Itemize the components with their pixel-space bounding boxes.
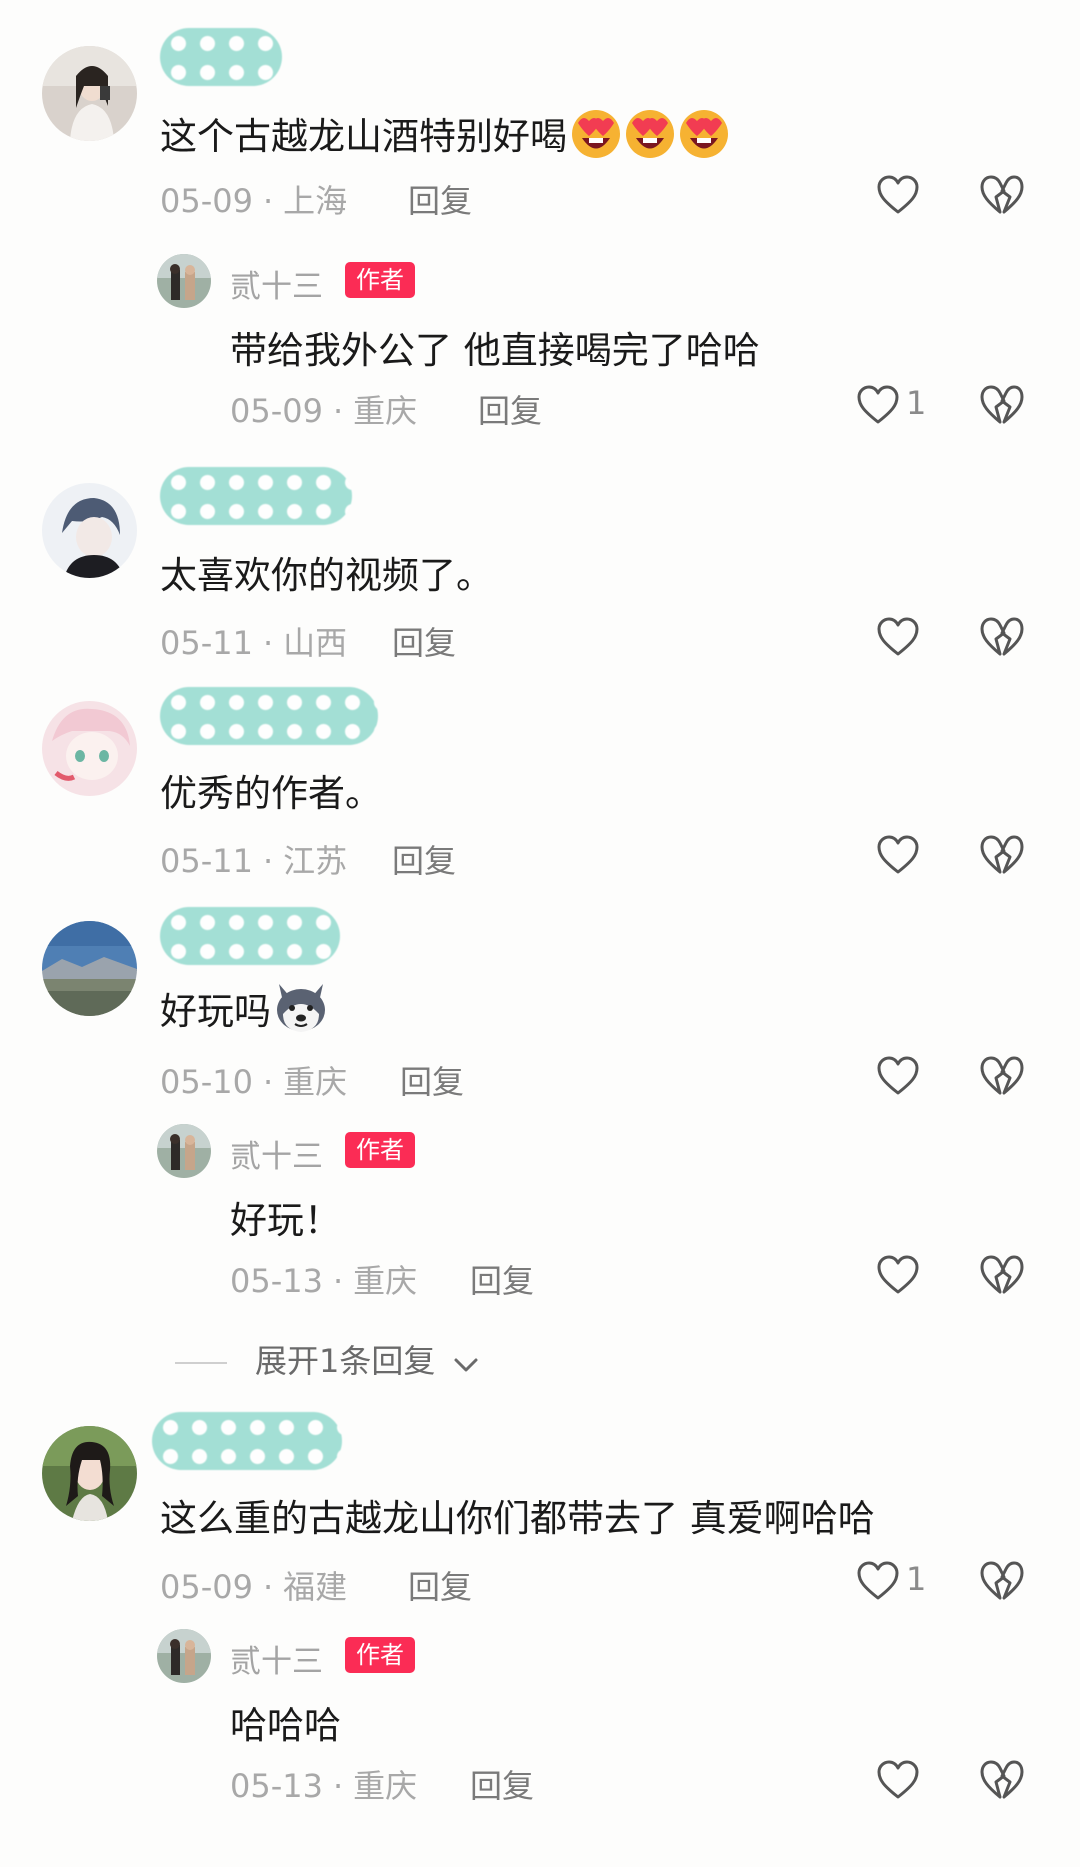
chevron-down-icon [452, 1344, 480, 1382]
comment-meta: 05-11 · 江苏 [160, 842, 348, 880]
avatar[interactable] [42, 483, 137, 578]
author-avatar[interactable] [157, 1629, 211, 1683]
reply-button[interactable]: 回复 [470, 1256, 534, 1302]
comment-date: 05-10 [160, 1063, 253, 1101]
reply-date: 05-13 [230, 1262, 323, 1300]
comment-date: 05-09 [160, 1568, 253, 1606]
like-count: 1 [906, 1560, 927, 1598]
comment-meta: 05-10 · 重庆 [160, 1063, 348, 1101]
author-avatar[interactable] [157, 1124, 211, 1178]
comment-location: 山西 [283, 624, 348, 662]
avatar[interactable] [42, 921, 137, 1016]
avatar[interactable] [42, 46, 137, 141]
reply-meta: 05-13 · 重庆 [230, 1262, 418, 1300]
reply-date: 05-13 [230, 1767, 323, 1805]
comment-text: 这么重的古越龙山你们都带去了 真爱啊哈哈 [160, 1497, 875, 1540]
comment-meta: 05-11 · 山西 [160, 624, 348, 662]
reply-button[interactable]: 回复 [392, 618, 456, 664]
husky-emoji [273, 980, 329, 1043]
author-avatar[interactable] [157, 254, 211, 308]
author-name[interactable]: 贰十三 [230, 1636, 323, 1681]
comment-text: 好玩吗 [160, 980, 329, 1043]
expand-replies-button[interactable]: 展开1条回复 [175, 1336, 480, 1382]
reply-button[interactable]: 回复 [470, 1761, 534, 1807]
reply-location: 重庆 [353, 1767, 418, 1805]
comment-date: 05-09 [160, 182, 253, 220]
broken-heart-icon[interactable] [980, 1056, 1024, 1096]
reply-text: 好玩！ [230, 1199, 341, 1242]
comment-location: 江苏 [283, 842, 348, 880]
reply-button[interactable]: 回复 [408, 176, 472, 222]
username-blurred[interactable] [160, 467, 352, 525]
author-name[interactable]: 贰十三 [230, 261, 323, 306]
comment-text: 太喜欢你的视频了。 [160, 554, 493, 597]
broken-heart-icon[interactable] [980, 175, 1024, 215]
comment-location: 重庆 [283, 1063, 348, 1101]
comment-text: 优秀的作者。 [160, 772, 382, 815]
broken-heart-icon[interactable] [980, 1255, 1024, 1295]
comment-date: 05-11 [160, 842, 253, 880]
author-badge: 作者 [345, 1132, 415, 1168]
heart-icon[interactable] [876, 1760, 920, 1800]
broken-heart-icon[interactable] [980, 1760, 1024, 1800]
reply-button[interactable]: 回复 [478, 386, 542, 432]
heart-eyes-emoji [569, 105, 731, 168]
reply-text: 带给我外公了 他直接喝完了哈哈 [230, 329, 760, 372]
author-badge: 作者 [345, 262, 415, 298]
author-badge: 作者 [345, 1637, 415, 1673]
reply-location: 重庆 [353, 392, 418, 430]
reply-button[interactable]: 回复 [408, 1562, 472, 1608]
reply-date: 05-09 [230, 392, 323, 430]
username-blurred[interactable] [160, 687, 378, 745]
comment-location: 福建 [283, 1568, 348, 1606]
heart-icon[interactable] [876, 1255, 920, 1295]
reply-text: 哈哈哈 [230, 1704, 341, 1747]
username-blurred[interactable] [152, 1412, 342, 1470]
comment-date: 05-11 [160, 624, 253, 662]
comment-location: 上海 [283, 182, 348, 220]
avatar[interactable] [42, 1426, 137, 1521]
heart-icon[interactable] [876, 1056, 920, 1096]
reply-button[interactable]: 回复 [400, 1057, 464, 1103]
heart-icon[interactable] [876, 175, 920, 215]
broken-heart-icon[interactable] [980, 385, 1024, 425]
reply-meta: 05-09 · 重庆 [230, 392, 418, 430]
heart-icon[interactable] [856, 385, 900, 425]
like-count: 1 [906, 384, 927, 422]
comment-meta: 05-09 · 福建 [160, 1568, 348, 1606]
heart-icon[interactable] [856, 1561, 900, 1601]
comment-list: 这个古越龙山酒特别好喝 05-09 · 上海 回复 贰十三 作者 带给我外公了 … [0, 0, 1080, 1867]
broken-heart-icon[interactable] [980, 1561, 1024, 1601]
broken-heart-icon[interactable] [980, 617, 1024, 657]
reply-button[interactable]: 回复 [392, 836, 456, 882]
heart-icon[interactable] [876, 835, 920, 875]
reply-location: 重庆 [353, 1262, 418, 1300]
broken-heart-icon[interactable] [980, 835, 1024, 875]
expand-replies-label: 展开1条回复 [255, 1342, 436, 1380]
comment-text: 这个古越龙山酒特别好喝 [160, 105, 731, 168]
heart-icon[interactable] [876, 617, 920, 657]
author-name[interactable]: 贰十三 [230, 1131, 323, 1176]
avatar[interactable] [42, 701, 137, 796]
reply-meta: 05-13 · 重庆 [230, 1767, 418, 1805]
divider-line [175, 1362, 227, 1364]
username-blurred[interactable] [160, 907, 340, 965]
comment-meta: 05-09 · 上海 [160, 182, 348, 220]
username-blurred[interactable] [160, 28, 282, 86]
